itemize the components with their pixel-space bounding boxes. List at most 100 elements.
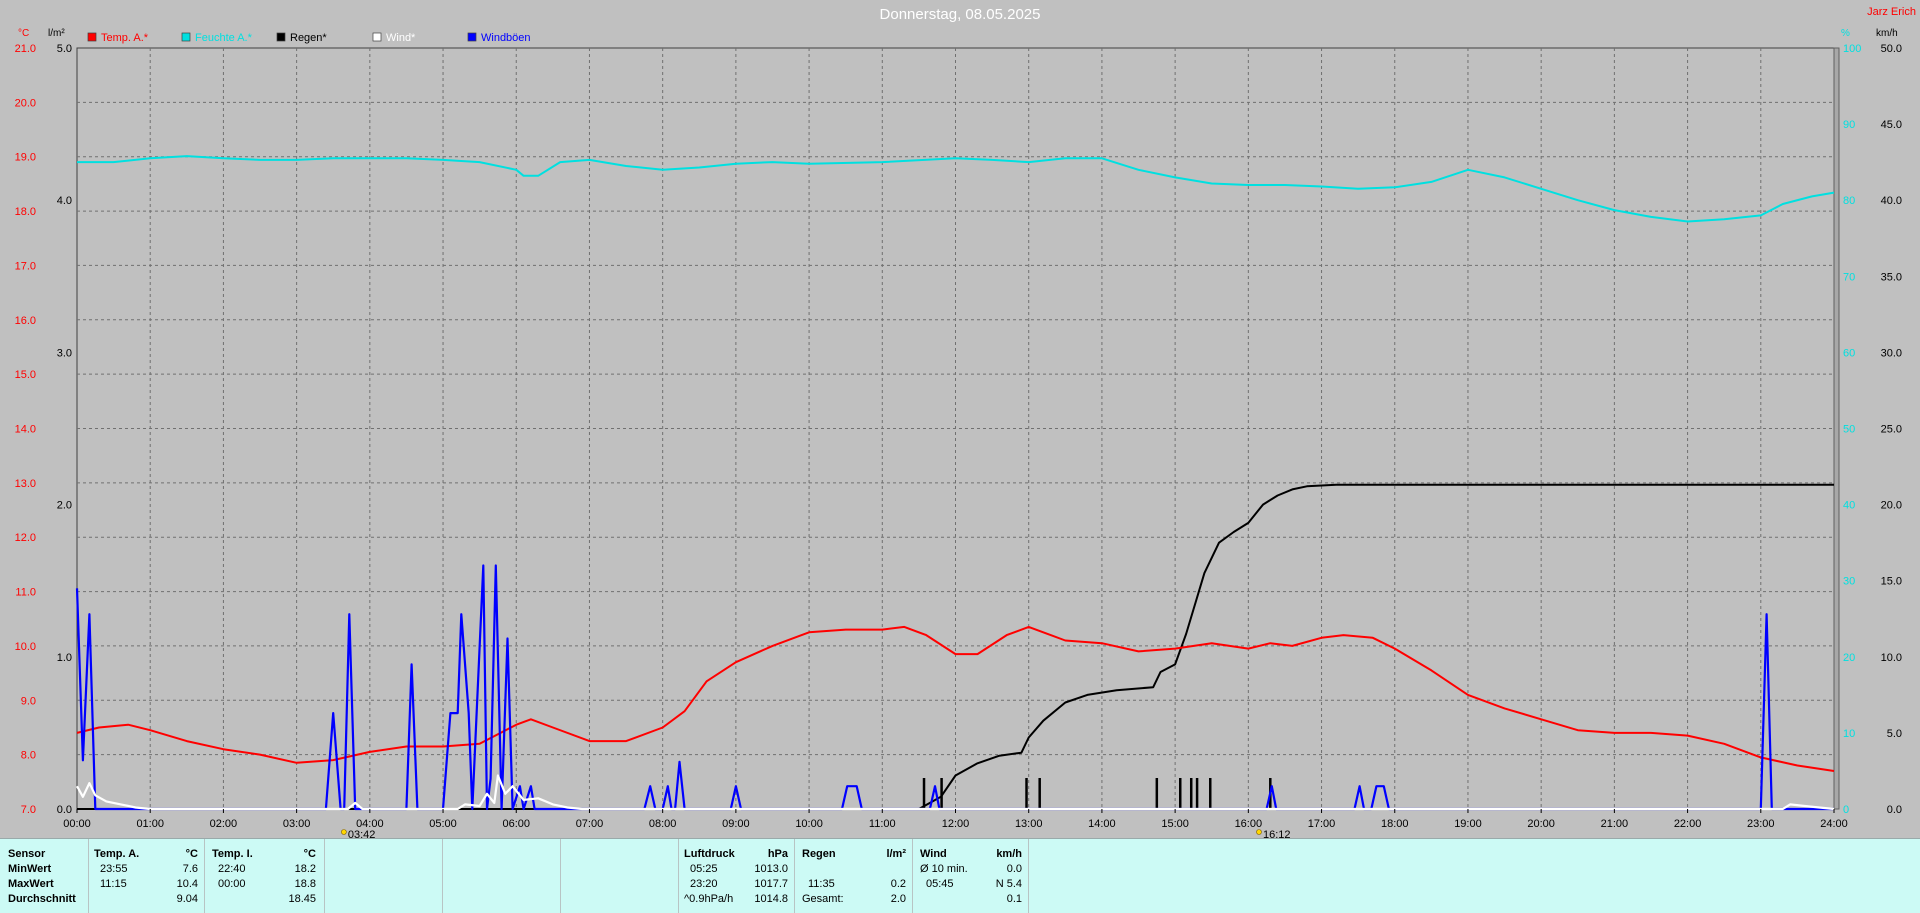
- x-tick-label: 07:00: [576, 818, 604, 830]
- x-tick-label: 15:00: [1161, 818, 1189, 830]
- pressure-max-time: 23:20: [690, 878, 718, 890]
- max-label: MaxWert: [8, 878, 54, 890]
- temp-tick-label: 20.0: [15, 97, 36, 109]
- temp-a-min-val: 7.6: [182, 863, 198, 875]
- x-tick-label: 06:00: [502, 818, 530, 830]
- rain-tick-label: 4.0: [57, 195, 72, 207]
- humidity-tick-label: 90: [1843, 119, 1855, 131]
- wind-max-time: 05:45: [926, 878, 954, 890]
- sun-icon: [341, 829, 347, 835]
- x-tick-label: 05:00: [429, 818, 457, 830]
- x-tick-label: 13:00: [1015, 818, 1043, 830]
- x-tick-label: 00:00: [63, 818, 91, 830]
- legend-label: Regen*: [290, 32, 327, 44]
- legend: Temp. A.* Feuchte A.* Regen* Wind* Windböen: [87, 32, 531, 44]
- temp-tick-label: 7.0: [21, 804, 36, 816]
- rain-tick-label: 5.0: [57, 43, 72, 55]
- temp-tick-label: 18.0: [15, 206, 36, 218]
- wind-tick-label: 45.0: [1881, 119, 1902, 131]
- min-label: MinWert: [8, 863, 52, 875]
- time-mark-label: 03:42: [348, 829, 376, 838]
- rain-tick-label: 0.0: [57, 804, 72, 816]
- stats-empty-3: [560, 839, 679, 913]
- legend-swatch: [372, 32, 382, 42]
- humidity-tick-label: 10: [1843, 728, 1855, 740]
- wind-tick-label: 10.0: [1881, 652, 1902, 664]
- temp-tick-label: 15.0: [15, 369, 36, 381]
- wind-head: Wind: [920, 848, 947, 860]
- temp-tick-label: 17.0: [15, 260, 36, 272]
- temp-tick-label: 21.0: [15, 43, 36, 55]
- stats-temp-i: Temp. I. °C 22:40 18.2 00:00 18.8 18.45: [204, 839, 325, 913]
- wind-tick-label: 20.0: [1881, 500, 1902, 512]
- stats-rain: Regen l/m² 11:35 0.2 Gesamt: 2.0: [794, 839, 913, 913]
- humidity-tick-label: 40: [1843, 500, 1855, 512]
- rain-tick-label: 2.0: [57, 500, 72, 512]
- x-tick-label: 16:00: [1235, 818, 1263, 830]
- author-label: Jarz Erich: [1867, 6, 1916, 18]
- temp-tick-label: 12.0: [15, 532, 36, 544]
- humidity-tick-label: 100: [1843, 43, 1861, 55]
- wind-max-val: N 5.4: [995, 878, 1022, 890]
- legend-swatch: [181, 32, 191, 42]
- x-tick-label: 08:00: [649, 818, 677, 830]
- temp-i-max-time: 00:00: [218, 878, 246, 890]
- temp-a-max-time: 11:15: [100, 878, 127, 890]
- axis-unit-humidity: %: [1841, 28, 1850, 39]
- wind-tick-label: 15.0: [1881, 576, 1902, 588]
- temp-tick-label: 13.0: [15, 478, 36, 490]
- temp-i-avg-val: 18.45: [288, 893, 316, 905]
- pressure-max-val: 1017.7: [754, 878, 788, 890]
- pressure-min-val: 1013.0: [754, 863, 788, 875]
- x-tick-label: 21:00: [1601, 818, 1629, 830]
- legend-label: Temp. A.*: [101, 32, 149, 44]
- wind-tick-label: 25.0: [1881, 424, 1902, 436]
- pressure-avg-val: 1014.8: [754, 893, 788, 905]
- wind-tick-label: 50.0: [1881, 43, 1902, 55]
- temp-tick-label: 16.0: [15, 315, 36, 327]
- wind-tick-label: 35.0: [1881, 271, 1902, 283]
- legend-swatch: [276, 32, 286, 42]
- temp-i-max-val: 18.8: [294, 878, 316, 890]
- stats-labels: Sensor MinWert MaxWert Durchschnitt: [0, 839, 89, 913]
- x-tick-label: 03:00: [283, 818, 311, 830]
- legend-label: Windböen: [481, 32, 531, 44]
- temp-i-min-val: 18.2: [294, 863, 316, 875]
- temp-a-max-val: 10.4: [176, 878, 198, 890]
- humidity-tick-label: 30: [1843, 576, 1855, 588]
- stats-pressure: Luftdruck hPa 05:25 1013.0 23:20 1017.7 …: [678, 839, 795, 913]
- rain-total-val: 2.0: [890, 893, 906, 905]
- axis-unit-temp: °C: [18, 28, 29, 39]
- rain-max-time: 11:35: [808, 878, 835, 890]
- temp-tick-label: 19.0: [15, 152, 36, 164]
- rain-tick-label: 3.0: [57, 347, 72, 359]
- humidity-tick-label: 70: [1843, 271, 1855, 283]
- time-mark-label: 16:12: [1263, 829, 1291, 838]
- pressure-unit: hPa: [767, 848, 788, 860]
- x-tick-label: 18:00: [1381, 818, 1409, 830]
- sun-icon: [1256, 829, 1262, 835]
- avg-label: Durchschnitt: [8, 893, 76, 905]
- wind-min-val: 0.0: [1006, 863, 1022, 875]
- legend-label: Feuchte A.*: [195, 32, 253, 44]
- stats-wind: Wind km/h Ø 10 min. 0.0 05:45 N 5.4 0.1: [912, 839, 1029, 913]
- humidity-tick-label: 20: [1843, 652, 1855, 664]
- temp-tick-label: 8.0: [21, 750, 36, 762]
- legend-label: Wind*: [386, 32, 416, 44]
- axis-unit-rain: l/m²: [48, 28, 65, 39]
- temp-a-min-time: 23:55: [100, 863, 128, 875]
- x-tick-label: 01:00: [136, 818, 164, 830]
- humidity-tick-label: 50: [1843, 424, 1855, 436]
- right-axis-bar: [1833, 47, 1840, 810]
- humidity-tick-label: 60: [1843, 347, 1855, 359]
- weather-chart: 00:00 01:00 02:00 03:00 04:00 05:00 06:00 07:00…: [15, 6, 1916, 838]
- wind-unit: km/h: [996, 848, 1022, 860]
- stats-empty-2: [442, 839, 561, 913]
- stats-empty-1: [324, 839, 443, 913]
- rain-total-label: Gesamt:: [802, 893, 844, 905]
- x-tick-label: 23:00: [1747, 818, 1775, 830]
- temp-tick-label: 11.0: [15, 587, 36, 599]
- x-tick-label: 20:00: [1527, 818, 1555, 830]
- wind-tick-label: 5.0: [1887, 728, 1902, 740]
- x-tick-label: 09:00: [722, 818, 750, 830]
